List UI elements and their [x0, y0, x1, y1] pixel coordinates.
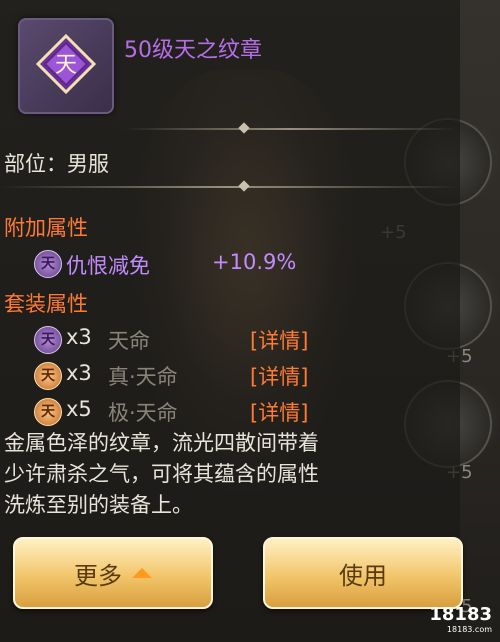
- set-name: 极·天命: [108, 401, 178, 425]
- emblem-char: 天: [55, 53, 77, 78]
- tian-icon: 天: [34, 398, 62, 426]
- set-count: x5: [66, 397, 92, 421]
- tian-icon: 天: [34, 250, 62, 278]
- divider: [0, 186, 460, 188]
- description-line: 少许肃杀之气，可将其蕴含的属性: [4, 462, 319, 486]
- watermark-logo: 18183: [429, 604, 492, 625]
- attributes-heading: 附加属性: [4, 216, 88, 240]
- set-detail-link[interactable]: [详情]: [250, 325, 308, 355]
- item-title: 50级天之纹章: [124, 38, 262, 63]
- caret-up-icon: [132, 568, 152, 578]
- set-heading: 套装属性: [4, 292, 88, 316]
- set-name: 真·天命: [108, 365, 178, 389]
- attribute-name: 仇恨减免: [66, 254, 150, 278]
- watermark-sub: 18183.com: [446, 625, 492, 634]
- set-detail-link[interactable]: [详情]: [250, 361, 308, 391]
- use-button-label: 使用: [339, 561, 387, 590]
- use-button[interactable]: 使用: [263, 537, 463, 609]
- site-watermark: 18183 18183.com: [426, 604, 492, 638]
- item-description: 金属色泽的纹章，流光四散间带着 少许肃杀之气，可将其蕴含的属性 洗炼至别的装备上…: [4, 428, 454, 521]
- set-name: 天命: [108, 329, 150, 353]
- item-icon: 天: [18, 18, 114, 114]
- tian-icon: 天: [34, 362, 62, 390]
- set-detail-link[interactable]: [详情]: [250, 397, 308, 427]
- more-button[interactable]: 更多: [13, 537, 213, 609]
- more-button-label: 更多: [74, 561, 122, 590]
- description-line: 金属色泽的纹章，流光四散间带着: [4, 431, 319, 455]
- tian-icon: 天: [34, 326, 62, 354]
- attribute-value: +10.9%: [212, 250, 297, 274]
- divider: [124, 128, 456, 130]
- set-count: x3: [66, 325, 92, 349]
- slot-label: 部位：男服: [4, 152, 109, 176]
- set-count: x3: [66, 361, 92, 385]
- description-line: 洗炼至别的装备上。: [4, 493, 193, 517]
- emblem-icon: 天: [36, 34, 96, 94]
